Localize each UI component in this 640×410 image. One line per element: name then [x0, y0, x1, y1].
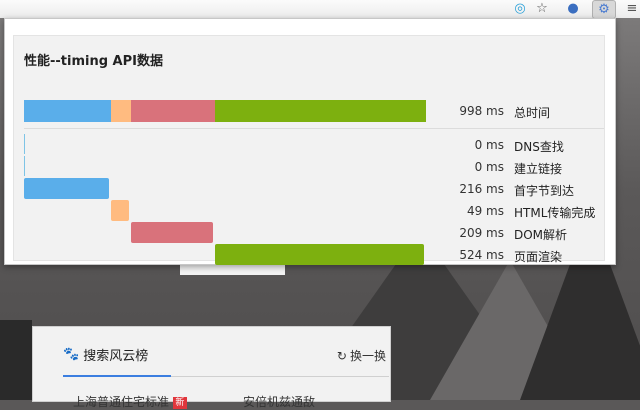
timing-bar: [131, 222, 213, 243]
total-bar-segment: [111, 100, 131, 122]
timing-bar: [24, 178, 109, 199]
timing-label: 页面渲染: [514, 250, 563, 264]
timing-label: HTML传输完成: [514, 206, 596, 220]
timing-ms: 216 ms: [459, 182, 504, 196]
divider: [24, 128, 604, 129]
card-title[interactable]: 🐾 搜索风云榜: [63, 345, 148, 364]
timing-ms: 0 ms: [474, 160, 504, 174]
background-shape: [0, 320, 32, 400]
timing-ms: 209 ms: [459, 226, 504, 240]
total-label: 总时间: [514, 106, 551, 120]
total-bar-segment: [131, 100, 215, 122]
paw-icon: 🐾: [63, 347, 80, 362]
total-ms: 998 ms: [459, 104, 504, 118]
timing-bar: [215, 244, 424, 265]
globe-icon[interactable]: ●: [564, 0, 582, 17]
total-bar-segment: [24, 100, 111, 122]
chrome-swirl-icon[interactable]: ◎: [511, 0, 529, 17]
timing-bar: [24, 156, 25, 176]
refresh-icon: ↻: [336, 348, 347, 363]
extension-icon[interactable]: ⚙: [592, 0, 616, 19]
browser-toolbar: ◎ ☆ ● ⚙ ≡: [0, 0, 640, 19]
timing-ms: 0 ms: [474, 138, 504, 152]
timing-bar: [24, 134, 25, 154]
new-badge: 新: [172, 396, 187, 409]
timing-label: DOM解析: [514, 228, 568, 242]
timing-ms: 49 ms: [466, 204, 504, 218]
refresh-button[interactable]: ↻ 换一换: [337, 347, 386, 364]
total-bar-segment: [215, 100, 426, 122]
active-tab-underline: [63, 375, 171, 377]
timing-label: 建立链接: [514, 162, 563, 176]
timing-label: 首字节到达: [514, 184, 575, 198]
trend-item[interactable]: 安倍机兹通敌: [243, 393, 315, 410]
menu-icon[interactable]: ≡: [626, 0, 638, 17]
trend-item[interactable]: 上海普通住宅标准 新: [73, 393, 187, 410]
search-trends-card: 🐾 搜索风云榜 ↻ 换一换 上海普通住宅标准 新 安倍机兹通敌: [32, 326, 391, 409]
timing-bar: [111, 200, 129, 221]
divider: [171, 376, 389, 377]
timing-popup: 性能--timing API数据 998 ms 总时间 0 ms DNS查找 0 m…: [4, 18, 616, 265]
popup-title: 性能--timing API数据: [24, 54, 163, 69]
timing-ms: 524 ms: [459, 248, 504, 262]
timing-label: DNS查找: [514, 140, 564, 154]
star-icon[interactable]: ☆: [533, 0, 551, 17]
popup-content: 性能--timing API数据 998 ms 总时间 0 ms DNS查找 0 m…: [13, 35, 605, 265]
